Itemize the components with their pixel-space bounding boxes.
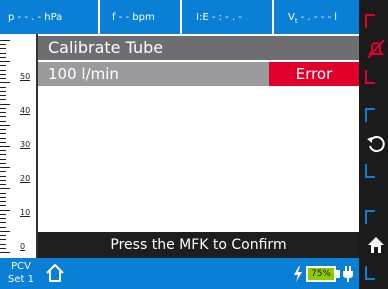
plug-icon — [343, 265, 353, 282]
power-status: 75% — [293, 264, 353, 283]
bracket — [365, 70, 375, 84]
scale-tick — [0, 103, 10, 105]
battery-level: 75% — [306, 265, 336, 282]
alarm-mute-icon — [367, 39, 385, 59]
scale-tick — [0, 116, 6, 118]
scale-tick — [0, 48, 6, 50]
divider — [272, 0, 274, 34]
bracket — [365, 108, 375, 122]
mode-set-label: Set 1 — [8, 274, 34, 285]
flow-value-row: 100 l/min Error — [38, 62, 359, 86]
scale-tick — [0, 73, 6, 75]
volume-value: - . - - - l — [297, 12, 338, 23]
flow-value: 100 l/min — [48, 65, 119, 83]
mode-label: PCV — [11, 261, 31, 272]
scale-tick — [0, 78, 6, 80]
scale-tick — [0, 129, 6, 131]
scale-tick — [0, 112, 6, 114]
battery-tip — [336, 269, 340, 278]
top-status-bar: p - - . - hPa f - - bpm I:E - : - . - Vt… — [0, 0, 359, 34]
ie-ratio-readout: I:E - : - . - — [196, 12, 242, 23]
scale-tick — [0, 69, 6, 71]
scale-tick — [0, 213, 6, 215]
scale-tick — [0, 205, 6, 207]
scale-tick — [0, 133, 6, 135]
scale-tick — [0, 52, 6, 54]
scale-tick — [0, 235, 6, 237]
scale-tick — [0, 44, 6, 46]
scale-label-30: 30 — [20, 140, 31, 149]
scale-tick — [0, 146, 10, 147]
scale-tick — [0, 90, 6, 92]
frequency-readout: f - - bpm — [112, 12, 155, 23]
scale-tick — [0, 86, 6, 88]
scale-tick — [0, 243, 6, 245]
pressure-scale: 50 40 30 20 10 0 — [0, 34, 36, 258]
scale-tick — [0, 222, 6, 224]
divider — [180, 0, 182, 34]
scale-tick — [0, 252, 10, 253]
scale-tick — [0, 188, 10, 190]
bracket — [365, 266, 375, 280]
scale-tick — [0, 120, 6, 122]
scale-tick — [0, 175, 6, 177]
home-icon[interactable] — [44, 262, 66, 284]
bracket — [365, 14, 375, 28]
scale-tick — [0, 141, 6, 143]
scale-tick — [0, 124, 10, 126]
scale-tick — [0, 99, 6, 101]
home-side-button[interactable] — [365, 210, 388, 280]
divider — [98, 0, 100, 34]
scale-label-40: 40 — [20, 106, 31, 115]
scale-tick — [0, 247, 6, 249]
scale-label-0: 0 — [20, 242, 26, 251]
scale-tick — [0, 218, 6, 220]
scale-label-10: 10 — [20, 208, 31, 217]
error-badge: Error — [269, 62, 359, 86]
scale-tick — [0, 137, 6, 139]
scale-tick — [0, 56, 6, 58]
scale-tick — [0, 154, 6, 156]
pressure-readout: p - - . - hPa — [8, 12, 63, 23]
scale-tick — [0, 171, 6, 173]
scale-label-50: 50 — [20, 72, 31, 81]
scale-tick — [0, 82, 10, 84]
side-control-panel — [359, 0, 388, 289]
scale-tick — [0, 179, 6, 181]
panel-title: Calibrate Tube — [38, 36, 359, 60]
volume-label: V — [288, 12, 295, 23]
scale-tick — [0, 162, 6, 164]
scale-label-20: 20 — [20, 174, 31, 183]
lightning-icon — [294, 265, 302, 282]
confirm-prompt: Press the MFK to Confirm — [38, 232, 359, 258]
alarm-mute-button[interactable] — [365, 14, 388, 84]
scale-tick — [0, 201, 6, 203]
scale-tick — [0, 209, 10, 211]
scale-tick — [0, 192, 6, 194]
scale-tick — [0, 167, 10, 169]
scale-tick — [0, 158, 6, 160]
undo-button[interactable] — [365, 108, 388, 178]
scale-tick — [0, 61, 10, 63]
undo-icon — [367, 136, 385, 153]
scale-tick — [0, 230, 10, 232]
bracket — [365, 210, 375, 224]
scale-tick — [0, 239, 6, 241]
ventilation-mode[interactable]: PCV Set 1 — [6, 260, 36, 286]
scale-tick — [0, 40, 10, 41]
scale-tick — [0, 95, 6, 97]
scale-tick — [0, 226, 6, 228]
scale-tick — [0, 65, 6, 67]
scale-tick — [0, 184, 6, 186]
calibration-panel: Calibrate Tube 100 l/min Error Press the… — [36, 34, 359, 258]
scale-tick — [0, 196, 6, 198]
scale-tick — [0, 107, 6, 109]
home-icon — [368, 237, 384, 253]
scale-tick — [0, 150, 6, 152]
bottom-status-bar: PCV Set 1 75% — [0, 258, 359, 289]
volume-readout: Vt - . - - - l — [288, 0, 337, 34]
bracket — [365, 164, 375, 178]
scale-ticks — [0, 36, 10, 256]
